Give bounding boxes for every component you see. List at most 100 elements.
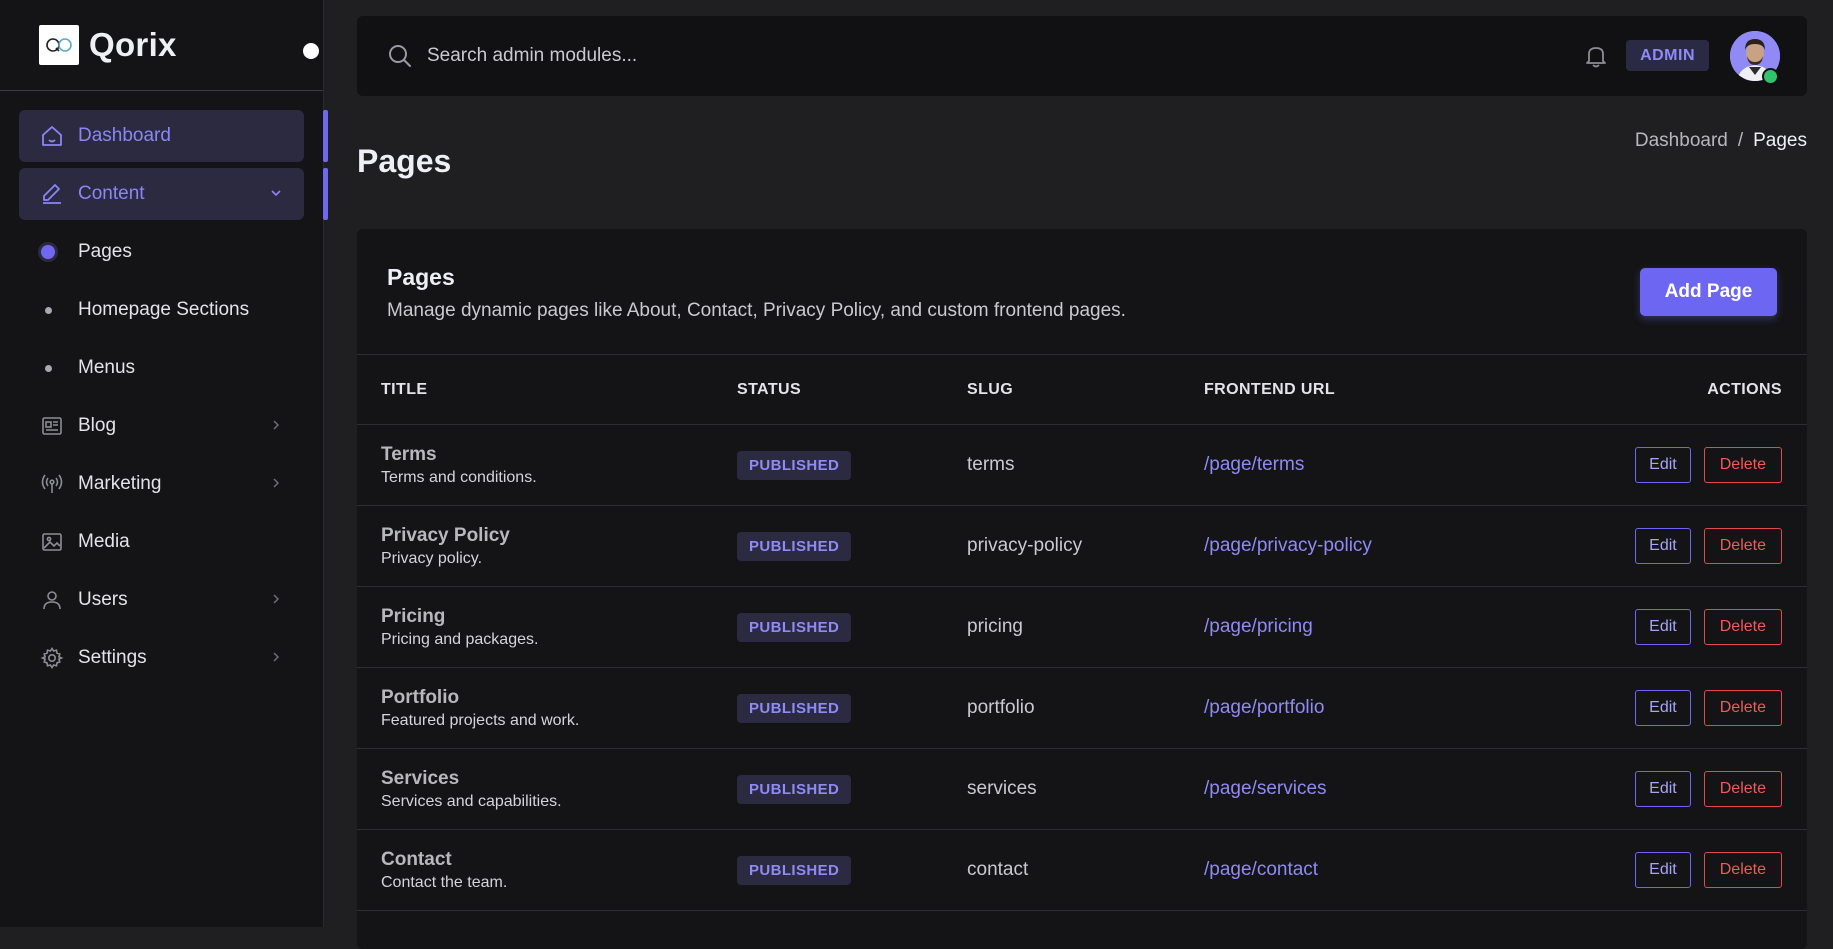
delete-button[interactable]: Delete bbox=[1703, 771, 1782, 807]
status-badge: PUBLISHED bbox=[737, 693, 852, 723]
page-title-cell: Terms bbox=[381, 443, 437, 465]
frontend-url-link[interactable]: /page/contact bbox=[1204, 859, 1318, 880]
sidebar-subitem-label: Pages bbox=[78, 241, 132, 262]
sidebar-item-label: Media bbox=[78, 531, 130, 552]
breadcrumb: Dashboard / Pages bbox=[1635, 130, 1807, 152]
breadcrumb-parent-link[interactable]: Dashboard bbox=[1635, 130, 1728, 152]
breadcrumb-current: Pages bbox=[1753, 130, 1807, 151]
pencil-icon bbox=[39, 181, 65, 207]
page-title-cell: Privacy Policy bbox=[381, 524, 510, 546]
page-title-cell: Portfolio bbox=[381, 686, 460, 708]
page-description: Terms and conditions. bbox=[381, 468, 537, 486]
bullet-icon bbox=[45, 364, 52, 372]
role-badge: ADMIN bbox=[1626, 40, 1709, 71]
search-input[interactable] bbox=[425, 44, 1129, 68]
frontend-url-link[interactable]: /page/privacy-policy bbox=[1204, 535, 1372, 556]
page-description: Privacy policy. bbox=[381, 549, 483, 567]
chevron-right-icon bbox=[273, 652, 280, 662]
sidebar-item-label: Users bbox=[78, 589, 128, 610]
delete-button[interactable]: Delete bbox=[1703, 447, 1782, 483]
page-description: Pricing and packages. bbox=[381, 630, 539, 648]
page-title: Pages bbox=[357, 143, 452, 179]
delete-button[interactable]: Delete bbox=[1703, 852, 1782, 888]
slug-cell: contact bbox=[967, 859, 1029, 880]
sidebar-nav: Dashboard Content Pages Homepage Section… bbox=[0, 91, 328, 684]
status-badge: PUBLISHED bbox=[737, 450, 852, 480]
sidebar-item-dashboard[interactable]: Dashboard bbox=[19, 110, 328, 162]
sidebar-subitem-menus[interactable]: Menus bbox=[19, 342, 304, 394]
search-icon bbox=[389, 45, 411, 67]
table-row: Services Services and capabilities. PUBLI… bbox=[357, 748, 1807, 830]
sidebar-item-media[interactable]: Media bbox=[19, 516, 304, 568]
sidebar: Qorix Dashboard Content Pages Homepage S… bbox=[0, 0, 328, 927]
table-row: Contact Contact the team. PUBLISHED conta… bbox=[357, 829, 1807, 911]
sidebar-item-users[interactable]: Users bbox=[19, 574, 304, 626]
sidebar-item-settings[interactable]: Settings bbox=[19, 632, 304, 684]
sidebar-item-content[interactable]: Content bbox=[19, 168, 328, 220]
delete-button[interactable]: Delete bbox=[1703, 609, 1782, 645]
table-row: Pricing Pricing and packages. PUBLISHED p… bbox=[357, 586, 1807, 668]
sidebar-item-label: Content bbox=[78, 183, 145, 204]
bell-icon[interactable] bbox=[1583, 43, 1609, 69]
column-header-status: STATUS bbox=[737, 355, 967, 425]
slug-cell: terms bbox=[967, 454, 1015, 475]
page-description: Contact the team. bbox=[381, 873, 508, 891]
sidebar-subitem-label: Menus bbox=[78, 357, 136, 378]
page-description: Featured projects and work. bbox=[381, 711, 580, 729]
frontend-url-link[interactable]: /page/portfolio bbox=[1204, 697, 1324, 718]
edit-button[interactable]: Edit bbox=[1635, 690, 1691, 726]
sidebar-toggle-dot[interactable] bbox=[303, 43, 319, 59]
bullet-icon bbox=[45, 306, 52, 314]
brand[interactable]: Qorix bbox=[0, 0, 323, 91]
page-title-cell: Pricing bbox=[381, 605, 446, 627]
card-header: Pages Manage dynamic pages like About, C… bbox=[357, 229, 1807, 355]
chevron-down-icon bbox=[271, 190, 281, 197]
table-row: Privacy Policy Privacy policy. PUBLISHED … bbox=[357, 505, 1807, 587]
delete-button[interactable]: Delete bbox=[1703, 690, 1782, 726]
frontend-url-link[interactable]: /page/pricing bbox=[1204, 616, 1313, 637]
add-page-button[interactable]: Add Page bbox=[1640, 268, 1777, 316]
frontend-url-link[interactable]: /page/terms bbox=[1204, 454, 1304, 475]
online-status-indicator bbox=[1762, 68, 1779, 85]
edit-button[interactable]: Edit bbox=[1635, 528, 1691, 564]
table-row: Portfolio Featured projects and work. PUB… bbox=[357, 667, 1807, 749]
slug-cell: services bbox=[967, 778, 1037, 799]
frontend-url-link[interactable]: /page/services bbox=[1204, 778, 1327, 799]
slug-cell: privacy-policy bbox=[967, 535, 1083, 556]
sidebar-subitem-homepage-sections[interactable]: Homepage Sections bbox=[19, 284, 304, 336]
edit-button[interactable]: Edit bbox=[1635, 771, 1691, 807]
chevron-right-icon bbox=[273, 594, 280, 604]
column-header-slug: SLUG bbox=[967, 355, 1204, 425]
delete-button[interactable]: Delete bbox=[1703, 528, 1782, 564]
page-title-cell: Contact bbox=[381, 848, 452, 870]
sidebar-item-marketing[interactable]: Marketing bbox=[19, 458, 304, 510]
user-icon bbox=[39, 587, 65, 613]
broadcast-icon bbox=[39, 471, 65, 497]
newspaper-icon bbox=[39, 413, 65, 439]
sidebar-subitem-label: Homepage Sections bbox=[78, 299, 250, 320]
breadcrumb-separator: / bbox=[1737, 130, 1744, 151]
pages-card: Pages Manage dynamic pages like About, C… bbox=[357, 229, 1807, 949]
status-badge: PUBLISHED bbox=[737, 855, 852, 885]
sidebar-item-blog[interactable]: Blog bbox=[19, 400, 304, 452]
edit-button[interactable]: Edit bbox=[1635, 447, 1691, 483]
edit-button[interactable]: Edit bbox=[1635, 852, 1691, 888]
sidebar-item-label: Blog bbox=[78, 415, 117, 436]
status-badge: PUBLISHED bbox=[737, 531, 852, 561]
table-header-row: TITLE STATUS SLUG FRONTEND URL ACTIONS bbox=[357, 355, 1807, 425]
chevron-right-icon bbox=[273, 478, 280, 488]
chevron-right-icon bbox=[273, 420, 280, 430]
column-header-actions: ACTIONS bbox=[1584, 355, 1807, 425]
slug-cell: pricing bbox=[967, 616, 1023, 637]
status-badge: PUBLISHED bbox=[737, 612, 852, 642]
card-subtitle: Manage dynamic pages like About, Contact… bbox=[387, 300, 1126, 321]
edit-button[interactable]: Edit bbox=[1635, 609, 1691, 645]
card-title: Pages bbox=[387, 264, 455, 290]
column-header-frontend-url: FRONTEND URL bbox=[1204, 355, 1584, 425]
sidebar-item-label: Dashboard bbox=[78, 125, 171, 146]
pages-table: TITLE STATUS SLUG FRONTEND URL ACTIONS T… bbox=[357, 355, 1807, 911]
image-icon bbox=[39, 529, 65, 555]
active-indicator bbox=[323, 110, 328, 162]
slug-cell: portfolio bbox=[967, 697, 1035, 718]
sidebar-subitem-pages[interactable]: Pages bbox=[19, 226, 304, 278]
